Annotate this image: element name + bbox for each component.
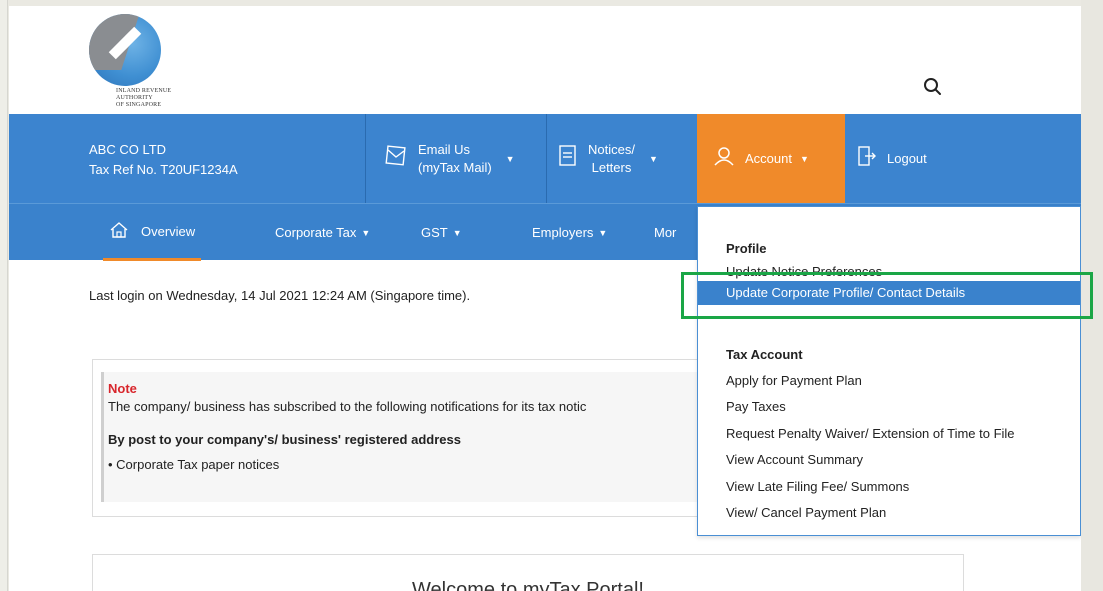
chevron-down-icon: ▼ <box>361 227 371 238</box>
email-us-button[interactable]: Email Us (myTax Mail) ▼ <box>384 114 544 203</box>
notices-letters-button[interactable]: Notices/ Letters ▼ <box>558 114 698 203</box>
menu-item-apply-payment-plan[interactable]: Apply for Payment Plan <box>726 373 862 388</box>
menu-item-view-account-summary[interactable]: View Account Summary <box>726 452 863 467</box>
note-bullet: • Corporate Tax paper notices <box>108 457 280 472</box>
logo-text: INLAND REVENUE AUTHORITY OF SINGAPORE <box>116 88 172 108</box>
last-login-text: Last login on Wednesday, 14 Jul 2021 12:… <box>89 288 471 303</box>
chevron-down-icon: ▼ <box>598 227 608 238</box>
chevron-down-icon: ▼ <box>452 227 462 238</box>
notices-label: Notices/ <box>588 141 635 157</box>
company-info: ABC CO LTD Tax Ref No. T20UF1234A <box>89 140 238 180</box>
letters-label: Letters <box>591 159 632 175</box>
tab-overview-label: Overview <box>141 223 196 239</box>
tab-corporate-tax-label: Corporate Tax <box>275 225 357 240</box>
menu-item-update-corporate-profile[interactable]: Update Corporate Profile/ Contact Detail… <box>698 281 1080 305</box>
account-menu-button[interactable]: Account ▼ <box>697 114 845 203</box>
tab-overview[interactable]: Overview <box>103 204 202 261</box>
menu-item-view-late-filing-fee[interactable]: View Late Filing Fee/ Summons <box>726 479 909 494</box>
chevron-down-icon: ▼ <box>648 153 658 164</box>
account-dropdown-menu: Profile Update Notice Preferences Update… <box>697 206 1081 536</box>
account-label: Account <box>745 150 792 166</box>
note-title: Note <box>108 381 137 396</box>
note-heading: By post to your company's/ business' reg… <box>108 432 461 447</box>
page: INLAND REVENUE AUTHORITY OF SINGAPORE AB… <box>9 6 1081 591</box>
search-icon[interactable] <box>922 76 944 98</box>
tab-employers-label: Employers <box>532 225 594 240</box>
menu-item-cancel-payment-plan[interactable]: View/ Cancel Payment Plan <box>726 505 886 520</box>
logo-emblem <box>89 14 161 86</box>
logout-label: Logout <box>887 150 927 166</box>
tab-gst[interactable]: GST ▼ <box>421 204 462 261</box>
note-panel: Note The company/ business has subscribe… <box>92 359 712 517</box>
dropdown-heading-profile: Profile <box>726 241 767 256</box>
chevron-down-icon: ▼ <box>505 153 515 164</box>
screenshot-frame-right <box>1081 0 1103 591</box>
menu-item-pay-taxes[interactable]: Pay Taxes <box>726 399 786 414</box>
logout-button[interactable]: Logout <box>857 114 957 203</box>
welcome-title: Welcome to myTax Portal! <box>412 579 644 591</box>
screenshot-frame-left <box>0 0 8 591</box>
dropdown-heading-tax-account: Tax Account <box>726 347 803 362</box>
tab-gst-label: GST <box>421 225 448 240</box>
chevron-down-icon: ▼ <box>799 153 809 164</box>
company-name: ABC CO LTD <box>89 142 167 157</box>
mytax-mail-label: (myTax Mail) <box>418 159 492 175</box>
welcome-panel: Welcome to myTax Portal! <box>92 554 964 591</box>
tab-more-label: Mor <box>654 225 677 240</box>
tab-more[interactable]: Mor <box>654 204 676 261</box>
document-icon <box>558 144 578 173</box>
menu-item-request-penalty-waiver[interactable]: Request Penalty Waiver/ Extension of Tim… <box>726 426 1015 441</box>
tab-corporate-tax[interactable]: Corporate Tax ▼ <box>275 204 370 261</box>
home-icon <box>109 221 129 242</box>
tax-ref-number: Tax Ref No. T20UF1234A <box>89 162 238 177</box>
tab-employers[interactable]: Employers ▼ <box>532 204 607 261</box>
user-icon <box>713 145 735 172</box>
top-navigation-bar: ABC CO LTD Tax Ref No. T20UF1234A Email … <box>9 114 1081 203</box>
note-body: The company/ business has subscribed to … <box>108 399 587 414</box>
mail-icon <box>384 144 408 173</box>
email-us-label: Email Us <box>418 141 471 157</box>
menu-item-update-notice-preferences[interactable]: Update Notice Preferences <box>726 264 882 279</box>
iras-logo[interactable]: INLAND REVENUE AUTHORITY OF SINGAPORE <box>89 14 209 114</box>
logout-icon <box>857 145 877 172</box>
